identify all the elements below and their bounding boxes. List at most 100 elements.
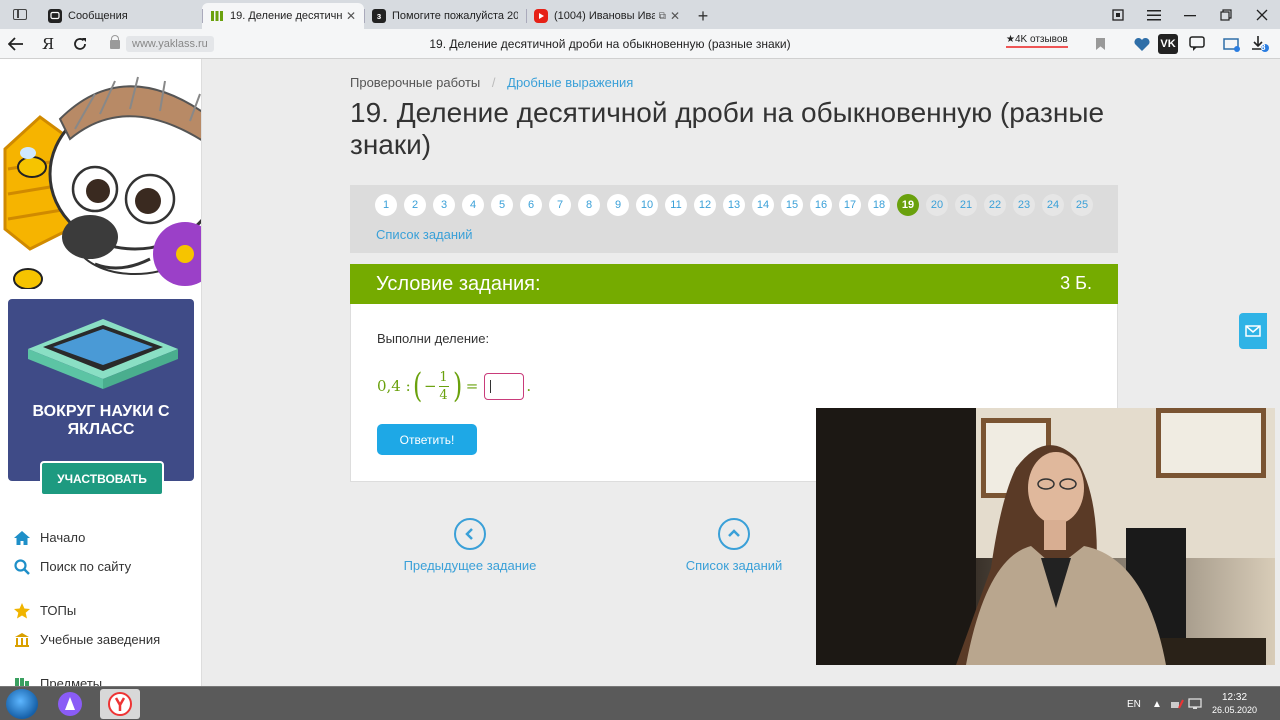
task-number-button[interactable]: 7 — [549, 194, 571, 216]
breadcrumb-fractions-link[interactable]: Дробные выражения — [507, 75, 633, 90]
task-number-button[interactable]: 14 — [752, 194, 774, 216]
task-header-title: Условие задания: — [376, 273, 541, 295]
clock[interactable]: 12:32 26.05.2020 — [1212, 687, 1257, 720]
task-number-list: 1 2 3 4 5 6 7 8 9 10 11 12 13 14 15 16 17 18 19 20 21 22 23 24 2… — [375, 194, 1100, 216]
task-number-button[interactable]: 22 — [984, 194, 1006, 216]
video-frame-image — [816, 408, 1275, 665]
address-bar: Я www.yaklass.ru 19. Деление десятичной … — [0, 29, 1280, 59]
formula-end: . — [526, 377, 532, 395]
task-number-button[interactable]: 3 — [433, 194, 455, 216]
sidebar-toggle-button[interactable] — [0, 0, 40, 29]
close-window-icon[interactable] — [1244, 0, 1280, 29]
yaklass-icon — [210, 9, 224, 23]
task-number-button[interactable]: 10 — [636, 194, 658, 216]
breadcrumb: Проверочные работы / Дробные выражения — [350, 75, 633, 90]
tray-arrow-icon[interactable]: ▲ — [1152, 687, 1162, 720]
bookmark-icon[interactable] — [1096, 38, 1105, 50]
sidebar-item-label: ТОПы — [40, 603, 77, 618]
vk-icon[interactable]: VK — [1158, 34, 1178, 54]
messages-extension-icon[interactable] — [1188, 34, 1208, 54]
language-indicator[interactable]: EN — [1127, 687, 1141, 720]
promo-title: ВОКРУГ НАУКИ С ЯКЛАСС — [32, 403, 170, 438]
task-number-button[interactable]: 20 — [926, 194, 948, 216]
task-number-button[interactable]: 6 — [520, 194, 542, 216]
task-number-button[interactable]: 23 — [1013, 194, 1035, 216]
task-number-button[interactable]: 12 — [694, 194, 716, 216]
promo-banner[interactable]: ВОКРУГ НАУКИ С ЯКЛАСС — [8, 299, 194, 481]
sidebar-icon — [13, 9, 27, 20]
math-formula: 0,4 : ( − 1 4 ) = . — [377, 368, 531, 404]
right-paren: ) — [452, 366, 462, 406]
bookmarks-panel-icon[interactable] — [1100, 0, 1136, 29]
answer-input[interactable] — [484, 372, 525, 400]
reload-icon[interactable] — [64, 29, 96, 59]
tab-znanija[interactable]: з Помогите пожалуйста 20 б — [364, 3, 526, 29]
yandex-browser-taskbar-icon[interactable] — [100, 689, 140, 719]
url-text: www.yaklass.ru — [126, 36, 214, 52]
browser-tab-bar: Сообщения 19. Деление десятичной дроби н… — [0, 0, 1280, 29]
task-navigation-bar: 1 2 3 4 5 6 7 8 9 10 11 12 13 14 15 16 17 18 19 20 21 22 23 24 2… — [350, 185, 1118, 253]
start-button-icon[interactable] — [6, 689, 38, 719]
reviews-badge[interactable]: ★4K отзывов — [1006, 34, 1068, 48]
task-number-button[interactable]: 15 — [781, 194, 803, 216]
video-overlay[interactable] — [816, 408, 1275, 665]
sidebar-item-label: Начало — [40, 530, 86, 545]
yandex-logo-icon[interactable]: Я — [32, 29, 64, 59]
monitor-icon[interactable] — [1188, 687, 1202, 720]
breadcrumb-separator: / — [491, 75, 496, 90]
task-number-button[interactable]: 25 — [1071, 194, 1093, 216]
previous-task-link[interactable]: Предыдущее задание — [400, 518, 540, 573]
participate-button[interactable]: УЧАСТВОВАТЬ — [40, 461, 164, 496]
restore-icon[interactable] — [1208, 0, 1244, 29]
sidebar-item-institutions[interactable]: Учебные заведения — [12, 625, 160, 654]
downloads-icon[interactable]: 8 — [1250, 34, 1270, 54]
submit-answer-button[interactable]: Ответить! — [377, 424, 477, 455]
task-list-link[interactable]: Список заданий — [376, 227, 473, 242]
task-number-button[interactable]: 4 — [462, 194, 484, 216]
task-number-button[interactable]: 2 — [404, 194, 426, 216]
clock-time: 12:32 — [1222, 692, 1248, 703]
task-number-button[interactable]: 17 — [839, 194, 861, 216]
screenshot-extension-icon[interactable] — [1222, 34, 1242, 54]
tab-youtube[interactable]: (1004) Ивановы Ивановы ⧉ ✕ — [526, 3, 688, 29]
sidebar-item-tops[interactable]: ТОПы — [12, 596, 160, 625]
task-number-button[interactable]: 21 — [955, 194, 977, 216]
sidebar-item-subjects[interactable]: Предметы — [12, 669, 160, 686]
feedback-mail-button[interactable] — [1239, 313, 1267, 349]
left-paren: ( — [412, 366, 422, 406]
task-number-button[interactable]: 11 — [665, 194, 687, 216]
network-icon[interactable] — [1170, 687, 1184, 720]
clock-date: 26.05.2020 — [1212, 705, 1258, 715]
task-number-button[interactable]: 18 — [868, 194, 890, 216]
menu-icon[interactable] — [1136, 0, 1172, 29]
breadcrumb-tests-link[interactable]: Проверочные работы — [350, 75, 480, 90]
task-number-button[interactable]: 24 — [1042, 194, 1064, 216]
close-tab-icon[interactable]: ✕ — [670, 9, 680, 23]
task-number-button[interactable]: 8 — [578, 194, 600, 216]
sidebar-item-home[interactable]: Начало — [12, 523, 160, 552]
alice-app-icon[interactable] — [50, 689, 90, 719]
minimize-icon[interactable] — [1172, 0, 1208, 29]
new-tab-button[interactable]: + — [688, 3, 718, 29]
tab-messages[interactable]: Сообщения — [40, 3, 202, 29]
close-tab-icon[interactable]: ✕ — [346, 9, 356, 23]
task-number-button[interactable]: 13 — [723, 194, 745, 216]
back-icon[interactable] — [0, 29, 32, 59]
downloads-badge: 8 — [1261, 43, 1266, 52]
url-field[interactable]: www.yaklass.ru — [110, 34, 214, 54]
task-number-button[interactable]: 19 — [897, 194, 919, 216]
heart-extension-icon[interactable] — [1132, 34, 1152, 54]
task-number-button[interactable]: 9 — [607, 194, 629, 216]
pip-icon[interactable]: ⧉ — [659, 11, 666, 22]
task-header: Условие задания: 3 Б. — [350, 264, 1118, 304]
task-number-button[interactable]: 1 — [375, 194, 397, 216]
sidebar-item-search[interactable]: Поиск по сайту — [12, 552, 160, 581]
task-number-button[interactable]: 16 — [810, 194, 832, 216]
chevron-up-icon — [718, 518, 750, 550]
tab-yaklass[interactable]: 19. Деление десятичной дроби на обыкнове… — [202, 3, 364, 29]
chevron-left-icon — [454, 518, 486, 550]
znanija-icon: з — [372, 9, 386, 23]
task-list-bottom-link[interactable]: Список заданий — [680, 518, 788, 573]
formula-equals: = — [465, 377, 479, 395]
task-number-button[interactable]: 5 — [491, 194, 513, 216]
